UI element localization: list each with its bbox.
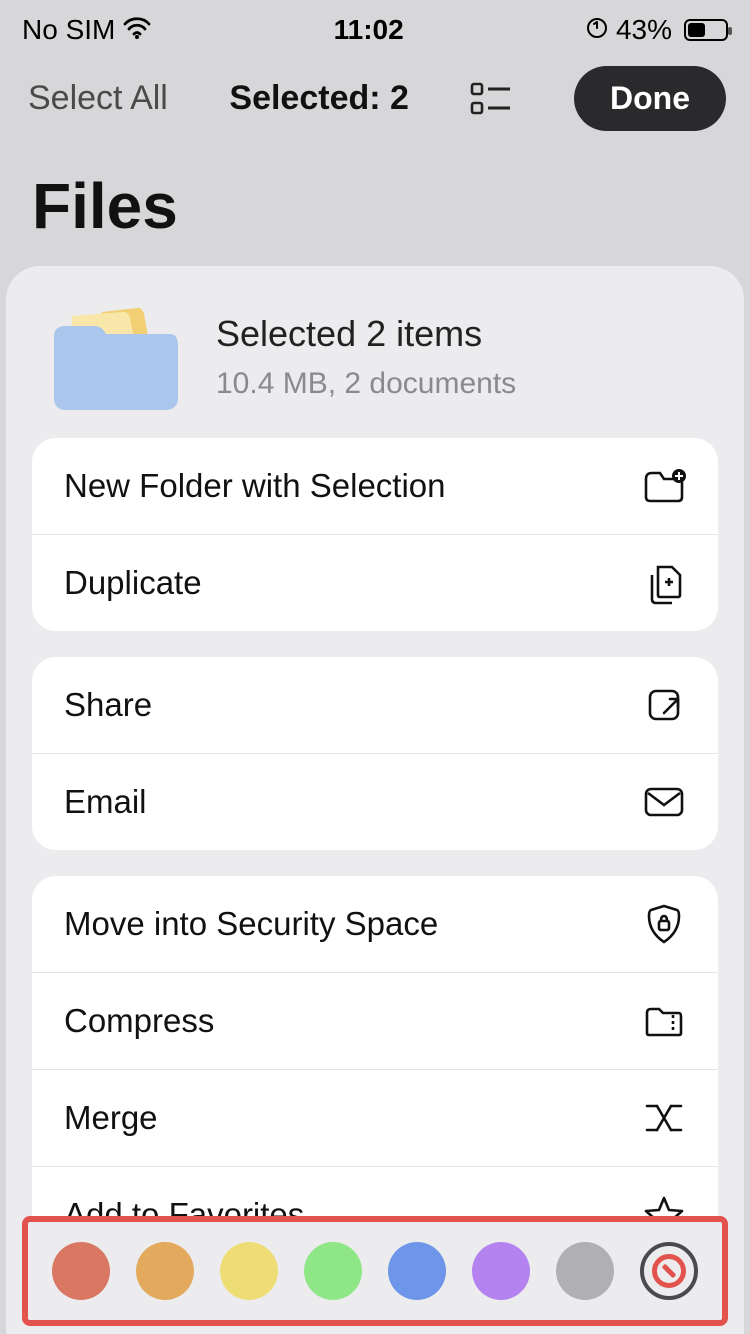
row-label: New Folder with Selection bbox=[64, 467, 446, 505]
tag-clear[interactable] bbox=[640, 1242, 698, 1300]
select-all-button[interactable]: Select All bbox=[28, 79, 168, 118]
archive-icon bbox=[642, 999, 686, 1043]
merge[interactable]: Merge bbox=[32, 1069, 718, 1166]
row-label: Compress bbox=[64, 1002, 214, 1040]
row-label: Move into Security Space bbox=[64, 905, 438, 943]
folder-icon bbox=[42, 302, 182, 412]
status-bar: No SIM 11:02 43% bbox=[0, 0, 750, 52]
orientation-lock-icon bbox=[586, 14, 608, 46]
move-into-security-space[interactable]: Move into Security Space bbox=[32, 876, 718, 972]
tag-purple[interactable] bbox=[472, 1242, 530, 1300]
selection-header: Selected 2 items 10.4 MB, 2 documents bbox=[6, 292, 744, 438]
battery-icon bbox=[680, 19, 728, 41]
battery-percent: 43% bbox=[616, 14, 672, 46]
color-tag-bar bbox=[22, 1216, 728, 1326]
sim-status: No SIM bbox=[22, 14, 115, 46]
tag-blue[interactable] bbox=[388, 1242, 446, 1300]
action-group-2: Share Email bbox=[32, 657, 718, 850]
page-title: Files bbox=[0, 141, 750, 271]
clock: 11:02 bbox=[334, 14, 404, 46]
selection-title: Selected 2 items bbox=[216, 313, 516, 355]
new-folder-with-selection[interactable]: New Folder with Selection bbox=[32, 438, 718, 534]
duplicate-icon bbox=[642, 561, 686, 605]
row-label: Share bbox=[64, 686, 152, 724]
action-group-3: Move into Security Space Compress Merge … bbox=[32, 876, 718, 1263]
wifi-icon bbox=[123, 14, 151, 46]
selection-toolbar: Select All Selected: 2 Done bbox=[0, 52, 750, 141]
shield-lock-icon bbox=[642, 902, 686, 946]
duplicate[interactable]: Duplicate bbox=[32, 534, 718, 631]
row-label: Duplicate bbox=[64, 564, 202, 602]
tag-gray[interactable] bbox=[556, 1242, 614, 1300]
share-icon bbox=[642, 683, 686, 727]
tag-orange[interactable] bbox=[136, 1242, 194, 1300]
email-icon bbox=[642, 780, 686, 824]
compress[interactable]: Compress bbox=[32, 972, 718, 1069]
selection-subtitle: 10.4 MB, 2 documents bbox=[216, 367, 516, 401]
share[interactable]: Share bbox=[32, 657, 718, 753]
action-group-1: New Folder with Selection Duplicate bbox=[32, 438, 718, 631]
row-label: Email bbox=[64, 783, 147, 821]
tag-green[interactable] bbox=[304, 1242, 362, 1300]
merge-icon bbox=[642, 1096, 686, 1140]
tag-red[interactable] bbox=[52, 1242, 110, 1300]
selected-count-label: Selected: 2 bbox=[229, 79, 409, 118]
row-label: Merge bbox=[64, 1099, 158, 1137]
tag-yellow[interactable] bbox=[220, 1242, 278, 1300]
email[interactable]: Email bbox=[32, 753, 718, 850]
folder-plus-icon bbox=[642, 464, 686, 508]
view-mode-icon[interactable] bbox=[470, 81, 512, 117]
done-button[interactable]: Done bbox=[574, 66, 726, 131]
action-sheet: Selected 2 items 10.4 MB, 2 documents Ne… bbox=[6, 266, 744, 1334]
